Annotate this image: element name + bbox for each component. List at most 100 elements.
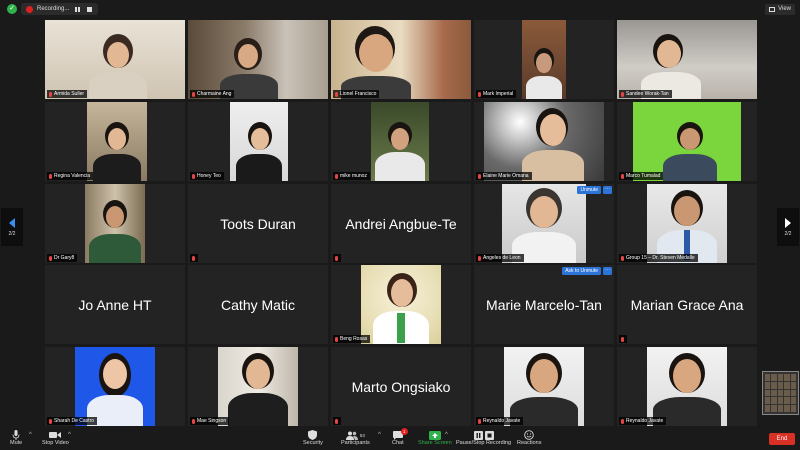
video-tile[interactable]: Elaine Marie Omana (474, 102, 614, 181)
participant-video (331, 20, 471, 99)
end-meeting-button[interactable]: End (769, 433, 795, 445)
video-tile[interactable]: Marto Ongsiako (331, 347, 471, 426)
video-tile[interactable]: Reynaldo Javate (474, 347, 614, 426)
pause-stop-icon (473, 430, 494, 440)
muted-mic-icon (478, 255, 481, 261)
participant-video (230, 102, 288, 181)
video-tile[interactable]: Marian Grace Ana (617, 265, 757, 344)
muted-mic-icon (621, 255, 624, 261)
participant-name-tag (619, 335, 627, 343)
participant-name-display: Marian Grace Ana (630, 296, 744, 313)
participant-name-display: Toots Duran (220, 215, 296, 232)
video-tile[interactable]: Armida Suller (45, 20, 185, 99)
grid-view-icon (769, 7, 776, 12)
muted-mic-icon (621, 173, 624, 179)
muted-mic-icon (192, 418, 195, 424)
gallery-grid: Armida Suller Charmaine Ang Lionel Franc… (45, 20, 757, 426)
more-options-button[interactable]: ··· (603, 186, 612, 194)
shield-icon (308, 430, 318, 440)
stop-recording-icon[interactable] (85, 5, 93, 13)
video-tile[interactable]: Charmaine Ang (188, 20, 328, 99)
participant-name-tag (333, 417, 341, 425)
security-button[interactable]: Security (303, 430, 323, 446)
participant-name-tag: Marco Tumalad (619, 172, 664, 180)
muted-mic-icon (478, 173, 481, 179)
video-tile[interactable]: Cathy Matic (188, 265, 328, 344)
more-options-button[interactable]: ··· (603, 267, 612, 275)
arrow-right-icon (785, 217, 791, 228)
participant-video (647, 184, 727, 263)
muted-mic-icon (621, 91, 624, 97)
stop-video-button[interactable]: Stop Video (42, 430, 69, 446)
top-bar: ✓ Recording... View (0, 0, 800, 18)
security-shield-icon[interactable]: ✓ (7, 4, 17, 14)
participant-name-display: Jo Anne HT (78, 296, 152, 313)
participant-name-display: Cathy Matic (221, 296, 295, 313)
view-button[interactable]: View (765, 4, 795, 15)
arrow-left-icon (9, 217, 15, 228)
previous-page-button[interactable]: 2/2 (1, 208, 23, 246)
video-tile[interactable]: Marie Marcelo-Tan Ask to Unmute ··· (474, 265, 614, 344)
participant-name-tag: Honey Teo (190, 172, 224, 180)
video-tile[interactable]: Reynaldo Javate (617, 347, 757, 426)
participant-name-tag: Reynaldo Javate (476, 417, 524, 425)
video-tile[interactable]: Sandee Worak-Tan (617, 20, 757, 99)
video-tile[interactable]: mike munoz (331, 102, 471, 181)
participant-video (502, 184, 586, 263)
participant-video (504, 347, 584, 426)
participant-video (85, 184, 145, 263)
next-page-button[interactable]: 2/2 (777, 208, 799, 246)
video-tile[interactable]: Mae Singson (188, 347, 328, 426)
muted-mic-icon (335, 418, 338, 424)
microphone-icon (12, 430, 20, 440)
participant-name-tag (333, 254, 341, 262)
chevron-up-icon[interactable]: ^ (445, 432, 448, 438)
participant-name-tag: mike munoz (333, 172, 370, 180)
participant-name-tag: Beng Rosas (333, 335, 371, 343)
muted-mic-icon (335, 91, 338, 97)
reactions-button[interactable]: Reactions (517, 430, 541, 446)
unmute-button[interactable]: Unmute (577, 186, 601, 194)
chat-button[interactable]: 1 Chat (392, 428, 408, 446)
chevron-up-icon[interactable]: ^ (29, 432, 32, 438)
video-tile[interactable]: Beng Rosas (331, 265, 471, 344)
video-tile[interactable]: Mark Imperial (474, 20, 614, 99)
muted-mic-icon (49, 91, 52, 97)
smiley-icon (524, 430, 534, 440)
participant-name-tag (190, 254, 198, 262)
participants-button[interactable]: 53 Participants (341, 430, 370, 446)
video-tile[interactable]: Regina Valencia (45, 102, 185, 181)
video-tile[interactable]: Marco Tumalad (617, 102, 757, 181)
self-view-thumbnail[interactable] (762, 371, 799, 415)
chevron-up-icon[interactable]: ^ (68, 432, 71, 438)
ask-to-unmute-button[interactable]: Ask to Unmute (562, 267, 601, 275)
participant-video (484, 102, 604, 181)
muted-mic-icon (478, 91, 481, 97)
video-tile[interactable]: Honey Teo (188, 102, 328, 181)
video-tile[interactable]: Toots Duran (188, 184, 328, 263)
video-tile[interactable]: Andrei Angbue-Te (331, 184, 471, 263)
video-tile[interactable]: Dr Gary8 (45, 184, 185, 263)
participant-name-tag: Dr Gary8 (47, 254, 78, 262)
participant-video (617, 20, 757, 99)
participant-video (188, 20, 328, 99)
video-tile[interactable]: Lionel Francisco (331, 20, 471, 99)
chevron-up-icon[interactable]: ^ (378, 432, 381, 438)
participant-video (87, 102, 147, 181)
participant-name-tag: Armida Suller (47, 90, 88, 98)
chat-bubble-icon: 1 (392, 428, 408, 440)
record-label: Pause/Stop Recording (456, 440, 512, 446)
chat-label: Chat (392, 440, 404, 446)
chat-unread-badge: 1 (400, 428, 408, 435)
share-screen-label: Share Screen (418, 440, 452, 446)
pause-recording-icon[interactable] (73, 5, 81, 13)
participant-name-display: Andrei Angbue-Te (345, 215, 457, 232)
muted-mic-icon (478, 418, 481, 424)
video-tile[interactable]: Unmute ··· Angeles de Leon (474, 184, 614, 263)
pause-stop-recording-button[interactable]: Pause/Stop Recording (456, 430, 511, 446)
video-tile[interactable]: Sharah De Castro (45, 347, 185, 426)
mute-button[interactable]: Mute (10, 430, 22, 446)
video-tile[interactable]: Jo Anne HT (45, 265, 185, 344)
participants-label: Participants (341, 440, 370, 446)
video-tile[interactable]: Group 15 – Dr. Steven Medalle (617, 184, 757, 263)
